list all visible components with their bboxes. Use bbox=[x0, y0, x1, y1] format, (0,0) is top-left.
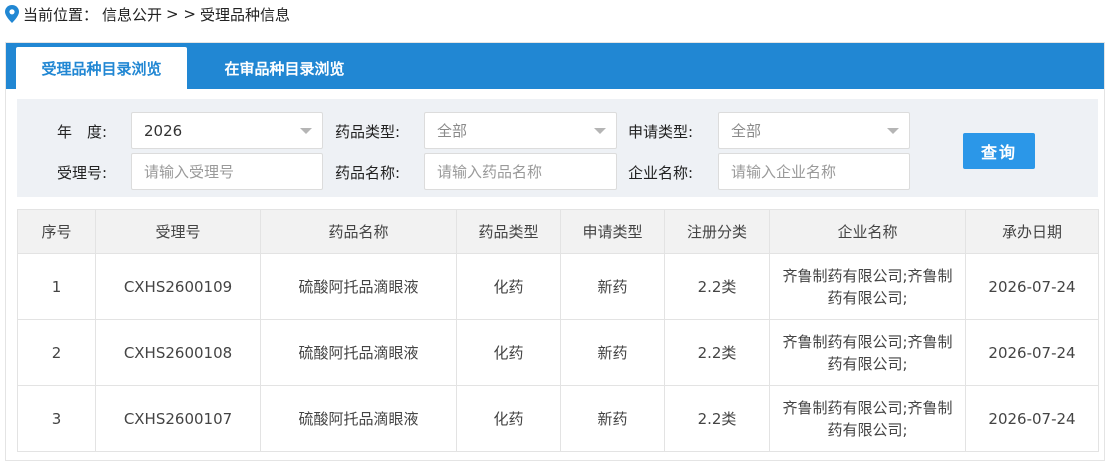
cell-date: 2026-07-24 bbox=[965, 385, 1099, 452]
chevron-down-icon bbox=[594, 128, 606, 134]
apply-type-value: 全部 bbox=[731, 122, 762, 140]
cell-date: 2026-07-24 bbox=[965, 253, 1099, 320]
year-label: 年 度: bbox=[57, 123, 108, 141]
cell-company: 齐鲁制药有限公司;齐鲁制药有限公司; bbox=[769, 319, 966, 386]
cell-apply-type: 新药 bbox=[560, 253, 665, 320]
breadcrumb-separator: > > bbox=[166, 5, 196, 23]
company-input[interactable]: 请输入企业名称 bbox=[718, 153, 910, 190]
location-pin-icon bbox=[5, 5, 19, 23]
cell-drug-type: 化药 bbox=[456, 319, 561, 386]
cell-company: 齐鲁制药有限公司;齐鲁制药有限公司; bbox=[769, 385, 966, 452]
cell-drug-name: 硫酸阿托品滴眼液 bbox=[260, 253, 457, 320]
cell-reg-class: 2.2类 bbox=[664, 253, 770, 320]
main-panel: 受理品种目录浏览 在审品种目录浏览 年 度: 2026 药品类型: 全部 申请类… bbox=[5, 42, 1105, 461]
breadcrumb-prefix: 当前位置： bbox=[23, 5, 99, 24]
column-header: 注册分类 bbox=[664, 209, 770, 254]
cell-accept-no: CXHS2600107 bbox=[95, 385, 261, 452]
drug-type-value: 全部 bbox=[437, 122, 468, 140]
cell-reg-class: 2.2类 bbox=[664, 385, 770, 452]
column-header: 序号 bbox=[17, 209, 96, 254]
table-header-row: 序号 受理号 药品名称 药品类型 申请类型 注册分类 企业名称 承办日期 bbox=[17, 209, 1099, 254]
drug-type-select[interactable]: 全部 bbox=[424, 112, 617, 149]
apply-type-label: 申请类型: bbox=[628, 123, 694, 141]
cell-no: 3 bbox=[17, 385, 96, 452]
column-header: 药品类型 bbox=[456, 209, 561, 254]
cell-no: 2 bbox=[17, 319, 96, 386]
column-header: 申请类型 bbox=[560, 209, 665, 254]
cell-apply-type: 新药 bbox=[560, 385, 665, 452]
accept-no-input[interactable]: 请输入受理号 bbox=[131, 153, 323, 190]
tab-accepted-catalog[interactable]: 受理品种目录浏览 bbox=[16, 47, 187, 89]
cell-reg-class: 2.2类 bbox=[664, 319, 770, 386]
cell-drug-name: 硫酸阿托品滴眼液 bbox=[260, 319, 457, 386]
cell-accept-no: CXHS2600109 bbox=[95, 253, 261, 320]
column-header: 受理号 bbox=[95, 209, 261, 254]
cell-date: 2026-07-24 bbox=[965, 319, 1099, 386]
cell-drug-type: 化药 bbox=[456, 385, 561, 452]
column-header: 药品名称 bbox=[260, 209, 457, 254]
breadcrumb: 当前位置： 信息公开 > > 受理品种信息 bbox=[5, 3, 290, 25]
cell-apply-type: 新药 bbox=[560, 319, 665, 386]
table-row[interactable]: 3 CXHS2600107 硫酸阿托品滴眼液 化药 新药 2.2类 齐鲁制药有限… bbox=[17, 385, 1099, 452]
drug-type-label: 药品类型: bbox=[335, 123, 401, 141]
table-row[interactable]: 1 CXHS2600109 硫酸阿托品滴眼液 化药 新药 2.2类 齐鲁制药有限… bbox=[17, 253, 1099, 320]
tab-under-review-catalog[interactable]: 在审品种目录浏览 bbox=[187, 47, 382, 89]
cell-no: 1 bbox=[17, 253, 96, 320]
breadcrumb-item-info[interactable]: 信息公开 bbox=[102, 4, 162, 25]
tab-bar: 受理品种目录浏览 在审品种目录浏览 bbox=[6, 43, 1104, 89]
cell-drug-type: 化药 bbox=[456, 253, 561, 320]
chevron-down-icon bbox=[300, 128, 312, 134]
drug-name-input[interactable]: 请输入药品名称 bbox=[424, 153, 617, 190]
cell-drug-name: 硫酸阿托品滴眼液 bbox=[260, 385, 457, 452]
breadcrumb-item-current: 受理品种信息 bbox=[199, 5, 290, 24]
chevron-down-icon bbox=[887, 128, 899, 134]
column-header: 企业名称 bbox=[769, 209, 966, 254]
results-table: 序号 受理号 药品名称 药品类型 申请类型 注册分类 企业名称 承办日期 1 C… bbox=[17, 209, 1099, 452]
accept-no-label: 受理号: bbox=[57, 164, 108, 182]
apply-type-select[interactable]: 全部 bbox=[718, 112, 910, 149]
cell-company: 齐鲁制药有限公司;齐鲁制药有限公司; bbox=[769, 253, 966, 320]
cell-accept-no: CXHS2600108 bbox=[95, 319, 261, 386]
year-select[interactable]: 2026 bbox=[131, 112, 323, 149]
company-label: 企业名称: bbox=[628, 164, 694, 182]
search-button[interactable]: 查询 bbox=[963, 133, 1035, 169]
filter-form: 年 度: 2026 药品类型: 全部 申请类型: 全部 受理号: 请输入受理号 … bbox=[17, 99, 1098, 197]
table-row[interactable]: 2 CXHS2600108 硫酸阿托品滴眼液 化药 新药 2.2类 齐鲁制药有限… bbox=[17, 319, 1099, 386]
column-header: 承办日期 bbox=[965, 209, 1099, 254]
year-value: 2026 bbox=[144, 121, 183, 140]
drug-name-label: 药品名称: bbox=[335, 164, 401, 182]
